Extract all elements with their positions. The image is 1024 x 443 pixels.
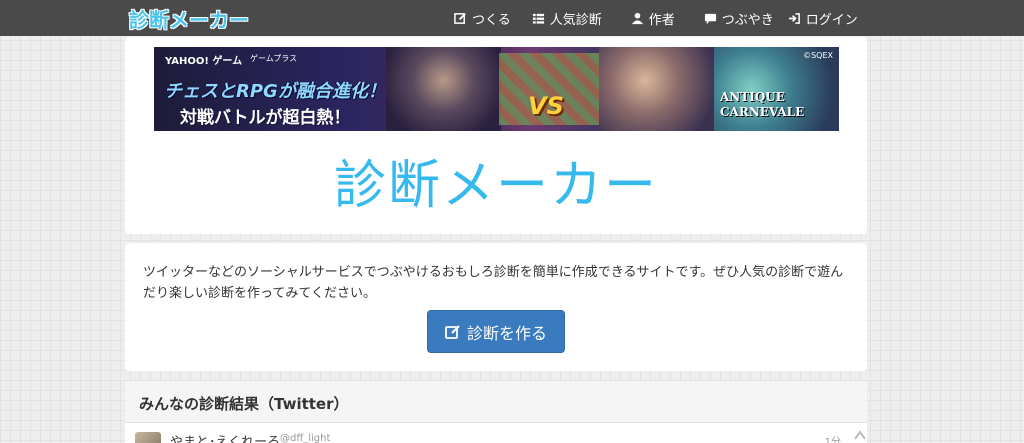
ad-banner[interactable]: YAHOO! ゲーム ゲームプラス チェスとRPGが融合進化！ 対戦バトルが超白… xyxy=(154,47,839,131)
banner-character-art-2 xyxy=(599,47,714,131)
banner-game-title: ANTIQUE CARNEVALE xyxy=(720,90,804,120)
banner-gameplus-logo: ゲームプラス xyxy=(250,54,298,63)
nav-tweets[interactable]: つぶやき xyxy=(703,9,774,28)
user-icon xyxy=(630,11,645,26)
banner-copyright: ©SQEX xyxy=(803,51,833,60)
hero-panel: YAHOO! ゲーム ゲームプラス チェスとRPGが融合進化！ 対戦バトルが超白… xyxy=(125,37,867,234)
nav-tweets-label: つぶやき xyxy=(721,12,774,28)
avatar[interactable] xyxy=(135,432,161,443)
nav-make-label: つくる xyxy=(472,12,511,28)
banner-headline-1: チェスとRPGが融合進化！ xyxy=(164,81,386,102)
intro-panel: ツイッターなどのソーシャルサービスでつぶやけるおもしろ診断を簡単に作成できるサイ… xyxy=(125,243,867,371)
edit-icon xyxy=(453,11,468,26)
login-icon xyxy=(787,11,802,26)
result-user-name[interactable]: やまと･えくれーる xyxy=(170,431,280,443)
banner-game-title-line1: ANTIQUE xyxy=(720,90,785,104)
list-icon xyxy=(531,11,546,26)
create-diagnosis-button[interactable]: 診断を作る xyxy=(427,310,565,353)
nav-make[interactable]: つくる xyxy=(453,9,511,28)
result-user-handle[interactable]: @dff_light xyxy=(280,433,330,443)
intro-description: ツイッターなどのソーシャルサービスでつぶやけるおもしろ診断を簡単に作成できるサイ… xyxy=(143,265,844,301)
nav-links: つくる 人気診断 作者 つぶやき ログイン xyxy=(453,0,858,36)
edit-icon xyxy=(445,324,460,339)
results-panel: みんなの診断結果（Twitter） やまと･えくれーる @dff_light 1… xyxy=(125,381,867,443)
banner-headline-2: 対戦バトルが超白熱！ xyxy=(180,108,351,128)
nav-author-label: 作者 xyxy=(648,12,675,28)
banner-character-art xyxy=(386,47,501,131)
banner-yahoo-logo: YAHOO! ゲーム xyxy=(165,56,243,67)
hero-title: 診断メーカー xyxy=(333,156,658,216)
banner-vs: VS xyxy=(528,92,564,120)
result-timestamp: 1分 xyxy=(824,437,841,443)
scroll-top-icon[interactable] xyxy=(853,426,867,443)
nav-login[interactable]: ログイン xyxy=(787,9,858,28)
nav-login-label: ログイン xyxy=(805,12,858,28)
results-header: みんなの診断結果（Twitter） xyxy=(125,381,867,423)
result-row[interactable]: やまと･えくれーる @dff_light 1分 xyxy=(125,424,867,443)
brand-logo[interactable]: 診断メーカー xyxy=(129,4,249,33)
banner-game-title-line2: CARNEVALE xyxy=(720,105,805,119)
top-navbar: 診断メーカー つくる 人気診断 作者 つぶやき ログイン xyxy=(0,0,1024,36)
nav-popular[interactable]: 人気診断 xyxy=(531,9,602,28)
results-title: みんなの診断結果（Twitter） xyxy=(139,395,349,413)
create-diagnosis-label: 診断を作る xyxy=(466,323,547,343)
nav-popular-label: 人気診断 xyxy=(549,12,602,28)
comment-icon xyxy=(703,11,718,26)
nav-author[interactable]: 作者 xyxy=(630,9,675,28)
